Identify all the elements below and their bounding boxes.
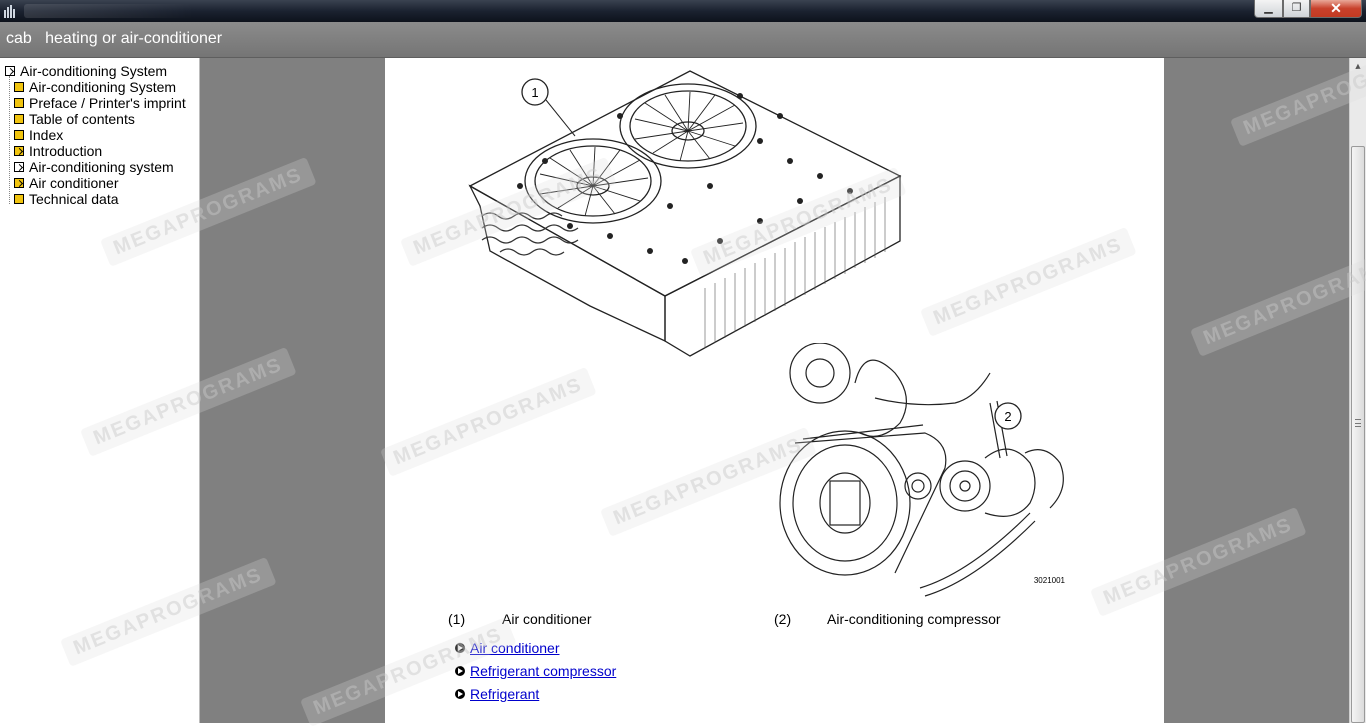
- caption-text-1: Air conditioner: [502, 611, 592, 627]
- link-refrigerant-compressor[interactable]: Refrigerant compressor: [470, 663, 616, 679]
- callout-1: 1: [531, 85, 538, 100]
- page-icon: [14, 82, 24, 92]
- tree-connector-line: [9, 76, 10, 204]
- tree-item-label: Air-conditioning System: [20, 63, 168, 79]
- navigation-tree: Air-conditioning System Air-conditioning…: [0, 58, 200, 723]
- page-icon: [14, 98, 24, 108]
- scroll-up-arrow-icon[interactable]: ▲: [1350, 58, 1366, 75]
- breadcrumb: cab heating or air-conditioner: [6, 30, 223, 47]
- window-title: [24, 4, 194, 18]
- tree-item-label: Index: [29, 127, 64, 143]
- tree-item-label: Air-conditioning system: [29, 159, 174, 175]
- scroll-thumb[interactable]: [1351, 146, 1365, 723]
- link-air-conditioner[interactable]: Air conditioner: [470, 640, 560, 656]
- compressor-illustration: 2 3021001: [779, 343, 1066, 597]
- page-icon: [14, 194, 24, 204]
- tree-item-label: Air conditioner: [29, 175, 119, 191]
- air-conditioner-illustration: 1: [468, 70, 902, 357]
- book-closed-icon: [14, 178, 24, 188]
- tree-item-label: Table of contents: [29, 111, 135, 127]
- tree-item-label: Technical data: [29, 191, 119, 207]
- callout-2: 2: [1004, 409, 1011, 424]
- caption-number-1: (1): [448, 611, 466, 627]
- page-icon: [14, 114, 24, 124]
- arrow-bullet-icon: [455, 643, 465, 653]
- close-button[interactable]: ✕: [1310, 0, 1362, 18]
- page-icon: [14, 130, 24, 140]
- book-open-icon: [14, 162, 24, 172]
- arrow-bullet-icon: [455, 689, 465, 699]
- caption-number-2: (2): [774, 611, 792, 627]
- page-margin-right: [1164, 58, 1349, 723]
- scroll-grip-icon: [1355, 419, 1361, 427]
- arrow-bullet-icon: [455, 666, 465, 676]
- figure-number: 3021001: [1034, 576, 1066, 585]
- window-title-bar: ▁ ❐ ✕: [0, 0, 1366, 22]
- tree-item-label: Preface / Printer's imprint: [29, 95, 186, 111]
- vertical-scrollbar[interactable]: ▲: [1349, 58, 1366, 723]
- page-margin-left: [200, 58, 385, 723]
- maximize-button[interactable]: ❐: [1283, 0, 1310, 18]
- caption-text-2: Air-conditioning compressor: [827, 611, 1001, 627]
- book-open-icon: [5, 66, 15, 76]
- breadcrumb-bar: cab heating or air-conditioner: [0, 22, 1366, 58]
- document-page: 1 2 3021001 (1) Air conditioner (2) Air-…: [385, 58, 1164, 723]
- book-closed-icon: [14, 146, 24, 156]
- link-refrigerant[interactable]: Refrigerant: [470, 686, 539, 702]
- tree-item-label: Introduction: [29, 143, 103, 159]
- tree-item-label: Air-conditioning System: [29, 79, 177, 95]
- app-icon: [4, 5, 15, 18]
- minimize-button[interactable]: ▁: [1254, 0, 1283, 18]
